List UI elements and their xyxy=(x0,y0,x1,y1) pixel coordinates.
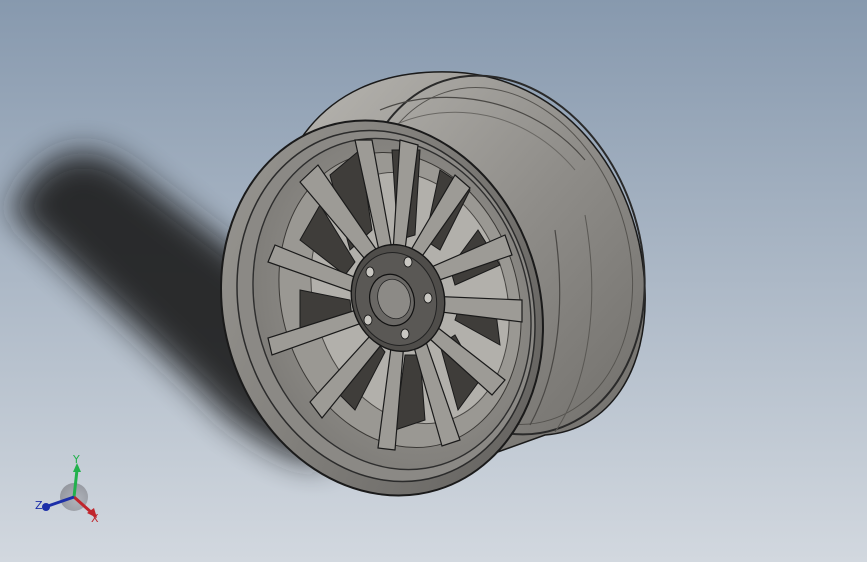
view-triad[interactable]: Y X Z xyxy=(30,450,110,530)
graphics-viewport[interactable]: Y X Z xyxy=(0,0,867,562)
triad-y-label: Y xyxy=(73,453,80,466)
triad-z-label: Z xyxy=(35,499,43,512)
z-arrow-icon xyxy=(42,503,50,511)
triad-x-label: X xyxy=(91,512,99,525)
viewport-canvas[interactable] xyxy=(0,0,867,562)
